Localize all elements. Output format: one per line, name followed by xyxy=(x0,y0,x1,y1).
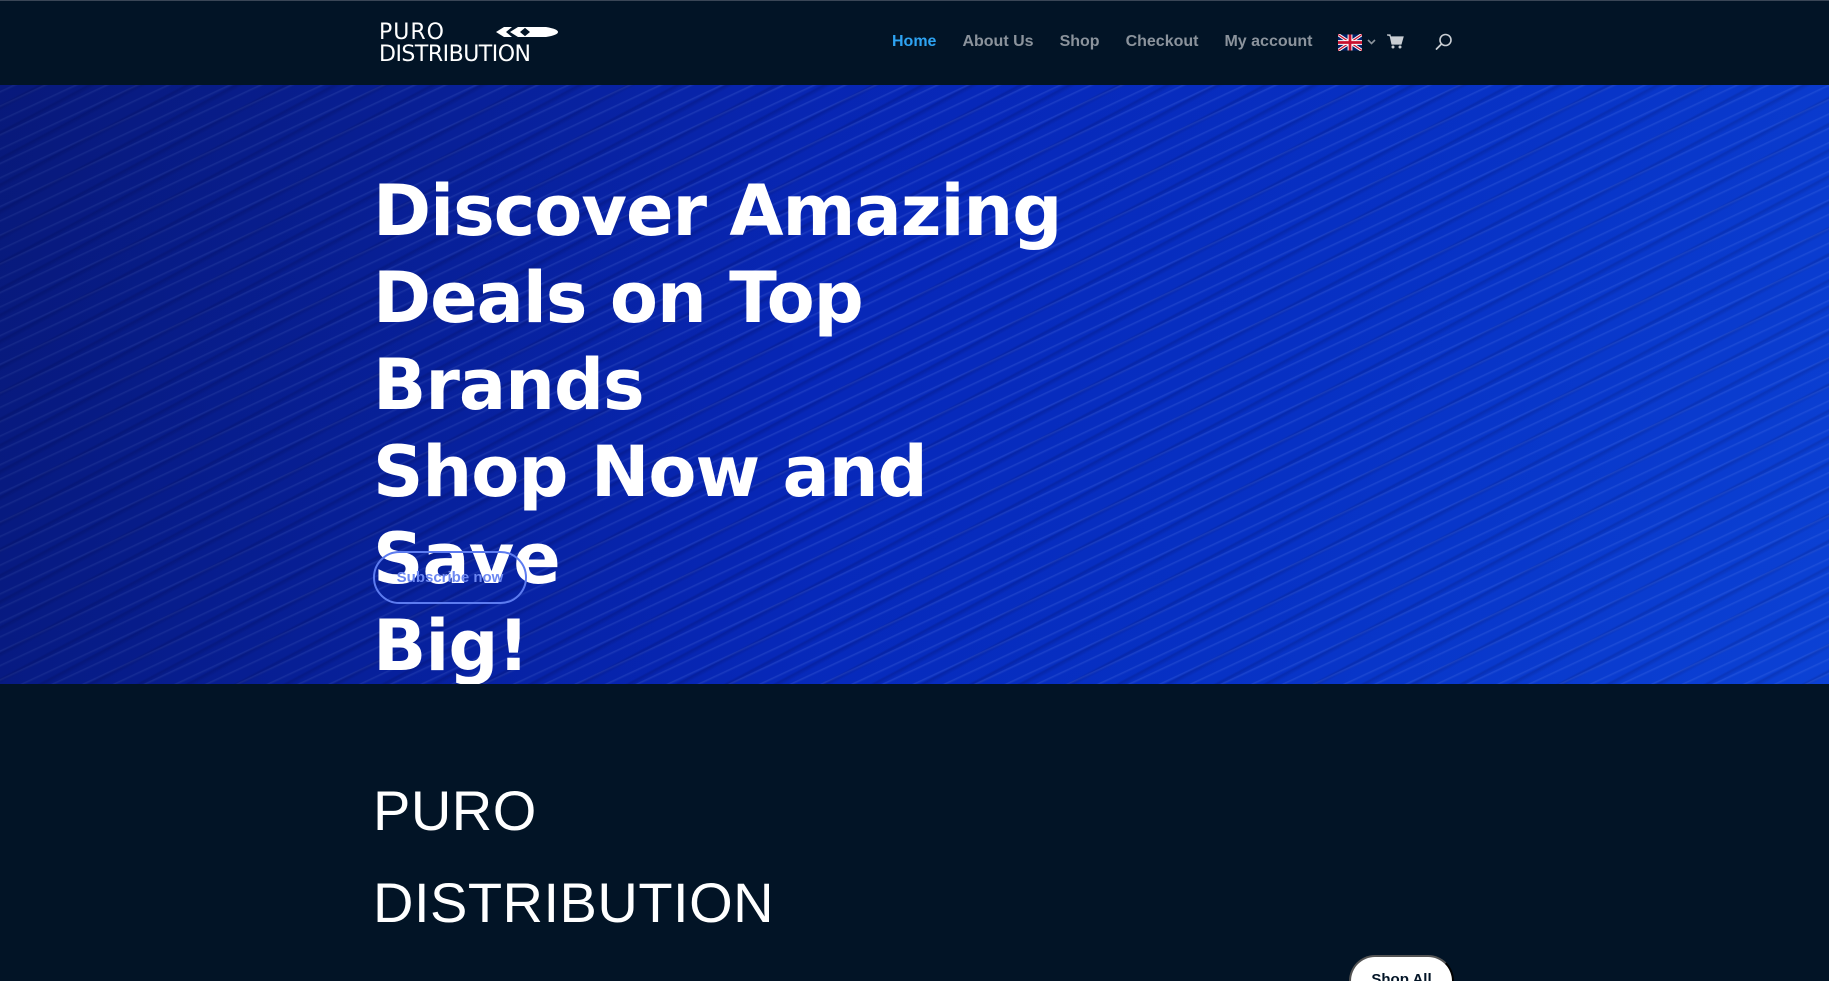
shop-all-button[interactable]: Shop All xyxy=(1349,955,1454,981)
page: PURO DISTRIBUTION Home About Us Shop Che… xyxy=(0,0,1829,981)
nav-item-home[interactable]: Home xyxy=(892,33,936,51)
hero-title: Discover Amazing Deals on Top Brands Sho… xyxy=(373,170,1062,684)
hero-banner: Discover Amazing Deals on Top Brands Sho… xyxy=(0,85,1829,684)
brand-heading-line2: DISTRIBUTION xyxy=(373,871,775,934)
nav-item-my-account[interactable]: My account xyxy=(1224,33,1312,51)
nav-item-checkout[interactable]: Checkout xyxy=(1126,33,1199,51)
brand-heading-line1: PURO xyxy=(373,779,537,842)
site-logo[interactable]: PURO DISTRIBUTION xyxy=(379,22,559,68)
cart-icon[interactable] xyxy=(1387,34,1404,49)
main-nav: Home About Us Shop Checkout My account xyxy=(892,31,1377,53)
logo-text-line1: PURO xyxy=(379,20,445,45)
nav-item-shop[interactable]: Shop xyxy=(1060,33,1100,51)
subscribe-button[interactable]: Subscribe now xyxy=(373,551,527,604)
nav-item-about-us[interactable]: About Us xyxy=(962,33,1033,51)
brand-heading: PURO DISTRIBUTION xyxy=(373,765,774,949)
site-header: PURO DISTRIBUTION Home About Us Shop Che… xyxy=(0,0,1829,85)
language-switcher[interactable] xyxy=(1338,33,1377,51)
logo-arrows-icon xyxy=(496,27,558,37)
chevron-down-icon xyxy=(1367,39,1377,45)
search-icon[interactable] xyxy=(1435,33,1453,51)
uk-flag-icon xyxy=(1338,33,1363,51)
logo-text-line2: DISTRIBUTION xyxy=(379,42,531,67)
